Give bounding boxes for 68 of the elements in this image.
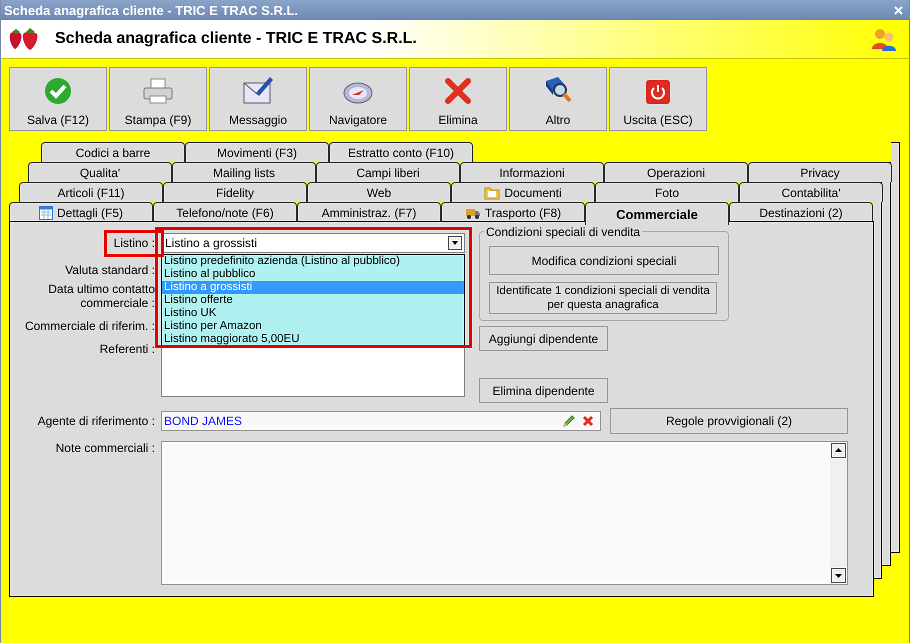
tab[interactable]: Informazioni xyxy=(460,162,604,182)
field-label: Listino : xyxy=(114,236,155,250)
toolbar-button[interactable]: Stampa (F9) xyxy=(109,67,207,131)
tab[interactable]: Trasporto (F8) xyxy=(441,202,585,222)
price-list-dropdown[interactable]: Listino a grossisti xyxy=(161,233,465,253)
tab[interactable]: Articoli (F11) xyxy=(19,182,163,202)
toolbar-button[interactable]: Altro xyxy=(509,67,607,131)
tab[interactable]: Codici a barre xyxy=(41,142,185,162)
tab[interactable]: Contabilita' xyxy=(739,182,883,202)
field-label: Valuta standard : xyxy=(65,263,155,277)
field-label: Data ultimo contatto commerciale : xyxy=(47,282,155,310)
tab[interactable]: Privacy xyxy=(748,162,892,182)
field-label: Referenti : xyxy=(100,342,155,356)
commission-rules-button[interactable]: Regole provvigionali (2) xyxy=(610,408,848,434)
delete-icon xyxy=(444,77,472,105)
header-title: Scheda anagrafica cliente - TRIC E TRAC S.R.L. xyxy=(55,30,418,48)
tab[interactable]: Foto xyxy=(595,182,739,202)
toolbar-button[interactable]: Uscita (ESC) xyxy=(609,67,707,131)
tab[interactable]: Documenti xyxy=(451,182,595,202)
dropdown-option[interactable]: Listino per Amazon xyxy=(162,320,464,333)
tab[interactable]: Operazioni xyxy=(604,162,748,182)
tab[interactable]: Amministraz. (F7) xyxy=(297,202,441,222)
employee-button[interactable]: Elimina dipendente xyxy=(479,378,608,403)
toolbar-button[interactable]: Navigatore xyxy=(309,67,407,131)
dropdown-option[interactable]: Listino UK xyxy=(162,307,464,320)
users-icon xyxy=(871,27,897,51)
tab[interactable]: Telefono/note (F6) xyxy=(153,202,297,222)
printer-icon xyxy=(142,77,174,105)
tab[interactable]: Campi liberi xyxy=(316,162,460,182)
tab[interactable]: Mailing lists xyxy=(172,162,316,182)
agent-field[interactable]: BOND JAMES xyxy=(161,411,601,431)
notes-field[interactable] xyxy=(161,441,848,585)
power-icon xyxy=(645,79,671,105)
toolbar-button[interactable]: Elimina xyxy=(409,67,507,131)
close-icon[interactable] xyxy=(894,6,903,14)
book-magnifier-icon xyxy=(543,75,573,105)
tab[interactable]: Web xyxy=(307,182,451,202)
scrollbar[interactable] xyxy=(830,442,847,584)
tab[interactable]: Qualita' xyxy=(28,162,172,182)
tab[interactable]: Destinazioni (2) xyxy=(729,202,873,222)
tab[interactable]: Fidelity xyxy=(163,182,307,202)
toolbar-button[interactable]: Salva (F12) xyxy=(9,67,107,131)
dropdown-option[interactable]: Listino maggiorato 5,00EU xyxy=(162,333,464,346)
tab[interactable]: Dettagli (F5) xyxy=(9,202,153,222)
checkmark-icon xyxy=(44,77,72,105)
toolbar-button[interactable]: Messaggio xyxy=(209,67,307,131)
edit-conditions-button[interactable]: Modifica condizioni speciali xyxy=(489,246,719,275)
employee-button[interactable]: Aggiungi dipendente xyxy=(479,326,608,351)
dropdown-option[interactable]: Listino offerte xyxy=(162,294,464,307)
tab[interactable]: Commerciale xyxy=(585,202,729,225)
field-label: Note commerciali : xyxy=(56,441,155,455)
compass-icon xyxy=(342,81,374,105)
scroll-down-icon[interactable] xyxy=(831,568,846,583)
calendar-icon xyxy=(38,206,53,220)
field-label: Commerciale di riferim. : xyxy=(24,319,155,333)
info-text: Identificate 1 condizioni speciali di vendita per questa anagrafica xyxy=(489,282,717,314)
dropdown-option[interactable]: Listino al pubblico xyxy=(162,268,464,281)
pencil-icon[interactable] xyxy=(562,414,576,428)
tab[interactable]: Movimenti (F3) xyxy=(185,142,329,162)
envelope-pen-icon xyxy=(242,75,274,105)
dropdown-option[interactable]: Listino predefinito azienda (Listino al pubblico) xyxy=(162,255,464,268)
folder-icon xyxy=(484,186,500,200)
delete-icon[interactable] xyxy=(582,415,594,427)
group-title: Condizioni speciali di vendita xyxy=(484,225,642,239)
tab[interactable]: Estratto conto (F10) xyxy=(329,142,473,162)
scroll-up-icon[interactable] xyxy=(831,443,846,458)
field-label: Agente di riferimento : xyxy=(38,414,155,428)
window-title: Scheda anagrafica cliente - TRIC E TRAC S.R.L. xyxy=(4,2,298,18)
